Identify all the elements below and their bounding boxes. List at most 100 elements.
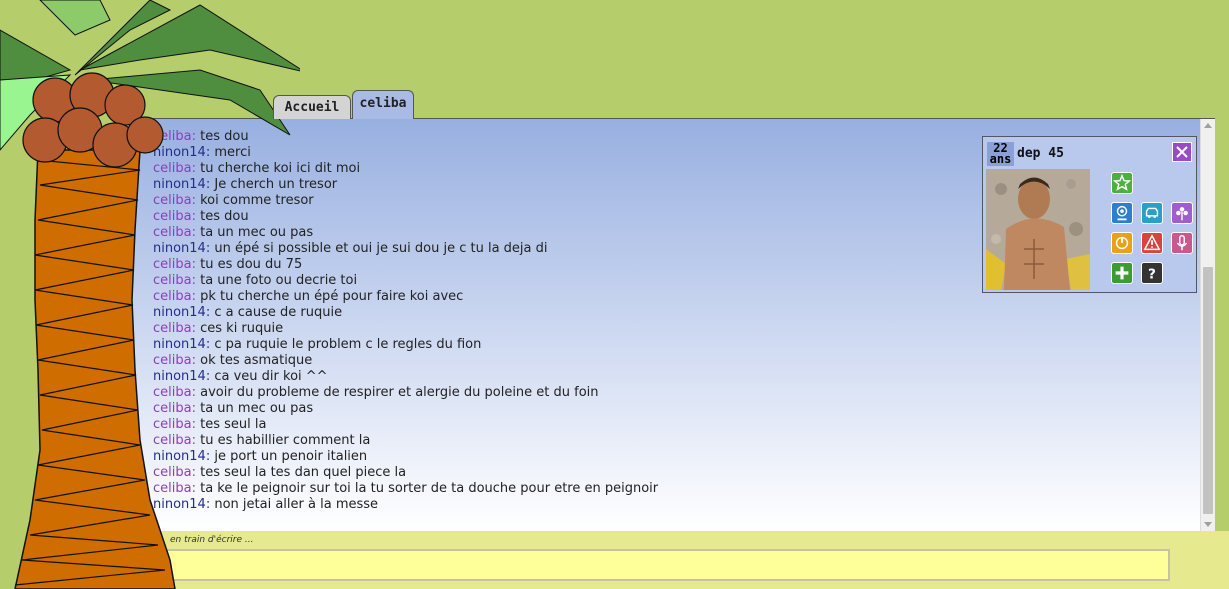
chat-scrollbar[interactable]: [1200, 119, 1215, 531]
chat-message: celiba: ta ke le peignoir sur toi la tu …: [153, 481, 658, 497]
message-nick[interactable]: celiba:: [153, 321, 196, 336]
help-button[interactable]: ?: [1141, 262, 1163, 284]
tab-celiba[interactable]: celiba: [352, 90, 414, 119]
chat-message: ninon14: c pa ruquie le problem c le reg…: [153, 337, 658, 353]
message-text: koi comme tresor: [200, 193, 314, 208]
add-friend-button[interactable]: [1111, 262, 1133, 284]
message-nick[interactable]: ninon14:: [153, 369, 210, 384]
message-text: je port un penoir italien: [214, 449, 368, 464]
message-nick[interactable]: ninon14:: [153, 145, 210, 160]
close-profile-button[interactable]: [1172, 142, 1192, 162]
ignore-button[interactable]: [1111, 232, 1133, 254]
message-text: ta un mec ou pas: [200, 401, 314, 416]
chat-message: ninon14: non jetai aller à la messe: [153, 497, 658, 513]
message-text: tu es dou du 75: [200, 257, 303, 272]
chat-message: celiba: ta un mec ou pas: [153, 225, 658, 241]
webcam-button[interactable]: [1111, 202, 1133, 224]
flower-icon: [1176, 207, 1188, 221]
message-text: avoir du probleme de respirer et alergie…: [200, 385, 599, 400]
power-icon: [1115, 236, 1129, 250]
chat-message: celiba: tu es habillier comment la: [153, 433, 658, 449]
message-nick[interactable]: celiba:: [153, 129, 196, 144]
report-button[interactable]: [1141, 232, 1163, 254]
chat-message: celiba: tes seul la tes dan quel piece l…: [153, 465, 658, 481]
message-text: ok tes asmatique: [200, 353, 313, 368]
voice-button[interactable]: [1171, 232, 1193, 254]
scroll-up-icon[interactable]: [1204, 123, 1212, 128]
car-button[interactable]: [1141, 202, 1163, 224]
message-nick[interactable]: celiba:: [153, 481, 196, 496]
message-nick[interactable]: ninon14:: [153, 305, 210, 320]
message-text: tes dou: [200, 209, 249, 224]
message-text: Je cherch un tresor: [214, 177, 338, 192]
chat-message: celiba: ta une foto ou decrie toi: [153, 273, 658, 289]
chat-message: celiba: avoir du probleme de respirer et…: [153, 385, 658, 401]
department-label: dep 45: [1017, 146, 1064, 161]
message-text: tu es habillier comment la: [200, 433, 371, 448]
chat-message: celiba: tes dou: [153, 129, 658, 145]
message-list: celiba: tes dou ninon14: merci celiba: tu …: [153, 129, 658, 513]
message-nick[interactable]: celiba:: [153, 161, 196, 176]
message-nick[interactable]: celiba:: [153, 193, 196, 208]
message-nick[interactable]: ninon14:: [153, 497, 210, 512]
scroll-down-icon[interactable]: [1204, 522, 1212, 527]
message-nick[interactable]: ninon14:: [153, 449, 210, 464]
chat-message: ninon14: ca veu dir koi ^^: [153, 369, 658, 385]
message-text: tu cherche koi ici dit moi: [200, 161, 361, 176]
message-nick[interactable]: ninon14:: [153, 337, 210, 352]
scrollbar-thumb[interactable]: [1203, 267, 1213, 514]
message-nick[interactable]: celiba:: [153, 273, 196, 288]
star-icon: [1112, 173, 1132, 191]
message-nick[interactable]: celiba:: [153, 417, 196, 432]
chat-message: ninon14: je port un penoir italien: [153, 449, 658, 465]
message-nick[interactable]: celiba:: [153, 465, 196, 480]
message-text: ca veu dir koi ^^: [214, 369, 328, 384]
help-icon: ?: [1148, 266, 1156, 282]
message-text: tes seul la tes dan quel piece la: [200, 465, 407, 480]
microphone-icon: [1176, 235, 1188, 251]
message-nick[interactable]: celiba:: [153, 257, 196, 272]
chat-message: ninon14: merci: [153, 145, 658, 161]
message-text: ta ke le peignoir sur toi la tu sorter d…: [200, 481, 659, 496]
message-text: c a cause de ruquie: [214, 305, 343, 320]
chat-message: celiba: tu cherche koi ici dit moi: [153, 161, 658, 177]
plus-icon: [1115, 266, 1129, 280]
message-input[interactable]: [163, 549, 1170, 581]
chat-message: celiba: tu es dou du 75: [153, 257, 658, 273]
chat-message: ninon14: un épé si possible et oui je su…: [153, 241, 658, 257]
age-unit: ans: [989, 152, 1012, 166]
age-badge: 22 ans: [987, 142, 1014, 166]
message-text: tes dou: [200, 129, 249, 144]
webcam-icon: [1116, 205, 1128, 221]
profile-card: 22 ans dep 45 ?: [982, 136, 1197, 293]
close-icon: [1176, 146, 1188, 158]
message-text: non jetai aller à la messe: [214, 497, 379, 512]
message-text: ta un mec ou pas: [200, 225, 314, 240]
chat-message: ninon14: c a cause de ruquie: [153, 305, 658, 321]
tab-accueil[interactable]: Accueil: [273, 95, 351, 119]
flower-button[interactable]: [1171, 202, 1193, 224]
chat-message: celiba: pk tu cherche un épé pour faire …: [153, 289, 658, 305]
message-nick[interactable]: celiba:: [153, 433, 196, 448]
warning-icon: [1143, 234, 1161, 251]
chat-message: celiba: ces ki ruquie: [153, 321, 658, 337]
favorite-button[interactable]: [1111, 172, 1133, 194]
chat-message: ninon14: Je cherch un tresor: [153, 177, 658, 193]
message-text: merci: [214, 145, 251, 160]
message-text: un épé si possible et oui je sui dou je …: [214, 241, 548, 256]
message-nick[interactable]: celiba:: [153, 289, 196, 304]
message-text: tes seul la: [200, 417, 267, 432]
message-nick[interactable]: celiba:: [153, 225, 196, 240]
car-icon: [1145, 207, 1159, 218]
message-text: pk tu cherche un épé pour faire koi avec: [200, 289, 464, 304]
message-nick[interactable]: ninon14:: [153, 177, 210, 192]
message-nick[interactable]: celiba:: [153, 353, 196, 368]
message-nick[interactable]: celiba:: [153, 385, 196, 400]
message-nick[interactable]: celiba:: [153, 401, 196, 416]
message-nick[interactable]: celiba:: [153, 209, 196, 224]
message-nick[interactable]: ninon14:: [153, 241, 210, 256]
avatar[interactable]: [986, 169, 1090, 290]
typing-status: en train d'écrire ...: [170, 535, 254, 545]
message-text: ces ki ruquie: [200, 321, 284, 336]
chat-message: celiba: ok tes asmatique: [153, 353, 658, 369]
